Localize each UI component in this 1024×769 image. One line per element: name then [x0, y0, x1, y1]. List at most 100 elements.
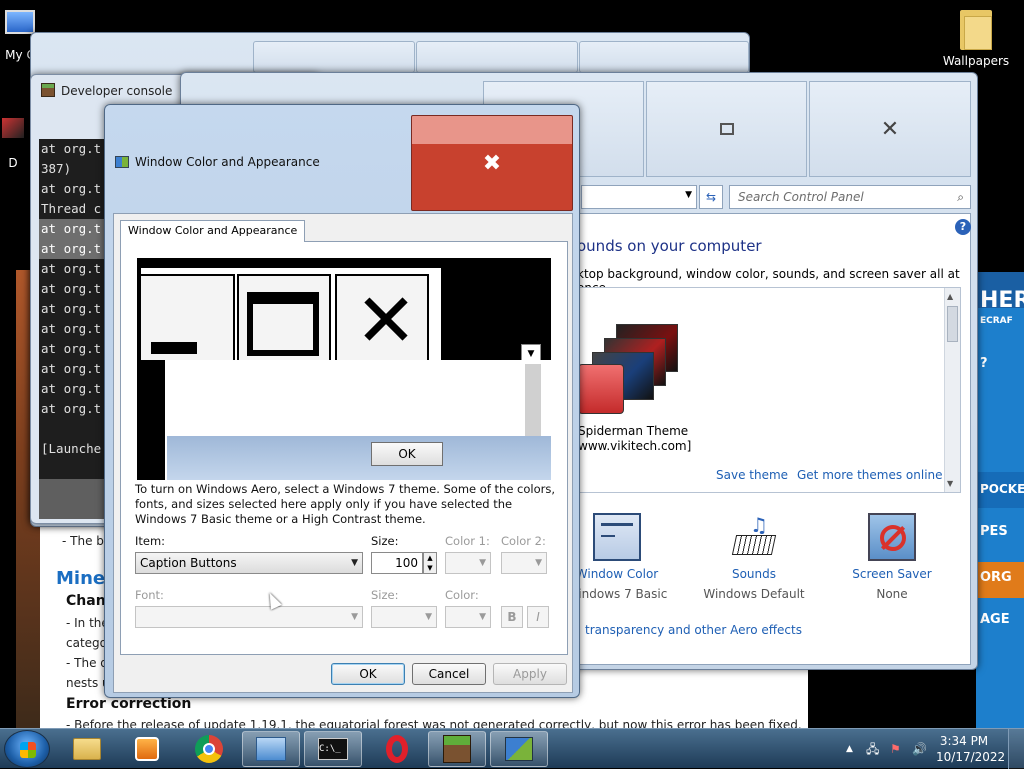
web-subheading: Error correction	[66, 696, 192, 712]
italic-button[interactable]: I	[527, 606, 549, 628]
window-color-icon	[593, 513, 641, 561]
dropdown-arrow-icon: ▼	[535, 558, 542, 568]
taskbar-command-prompt[interactable]: C:\_	[304, 731, 362, 767]
dropdown-arrow-icon: ▼	[351, 558, 358, 568]
taskbar-opera[interactable]	[368, 731, 426, 767]
taskbar-minecraft[interactable]	[428, 731, 486, 767]
minecraft-icon	[41, 83, 55, 97]
preview-message-band	[167, 436, 551, 480]
tlauncher-ad-strip[interactable]: HER ECRAF ? POCKET PES ORG AGE	[976, 272, 1024, 730]
close-icon: ✕	[880, 116, 900, 142]
show-hidden-icons-button[interactable]: ▲	[846, 729, 853, 769]
ad-text: AGE	[980, 612, 1010, 627]
size-spinner[interactable]: ▲ ▼	[423, 552, 437, 574]
action-center-icon[interactable]: ⚑	[890, 729, 901, 769]
desktop-icon-label: D	[8, 156, 18, 170]
dropdown-arrow-icon: ▼	[479, 558, 486, 568]
scroll-up-icon[interactable]: ▲	[947, 292, 953, 301]
address-bar[interactable]: ▼	[581, 185, 697, 209]
sounds-tile[interactable]: ♫ Sounds Windows Default	[689, 513, 819, 601]
dropdown-arrow-icon: ▼	[351, 612, 358, 622]
window-title: Developer console	[41, 83, 172, 98]
start-button[interactable]	[4, 730, 50, 768]
taskbar-control-panel[interactable]	[242, 731, 300, 767]
save-theme-link[interactable]: Save theme	[716, 468, 788, 482]
scroll-thumb[interactable]	[947, 306, 958, 342]
font-size-select[interactable]: ▼	[371, 606, 437, 628]
search-icon: ⌕	[957, 190, 964, 204]
control-panel-icon	[256, 737, 286, 761]
scroll-down-icon[interactable]: ▼	[947, 479, 953, 488]
get-more-themes-link[interactable]: Get more themes online	[797, 468, 943, 482]
dialog-title: Window Color and Appearance	[115, 155, 320, 169]
color1-picker[interactable]: ▼	[445, 552, 491, 574]
taskbar-chrome[interactable]	[180, 731, 238, 767]
help-icon[interactable]: ?	[955, 219, 971, 235]
color2-picker[interactable]: ▼	[501, 552, 547, 574]
font-color-picker[interactable]: ▼	[445, 606, 491, 628]
preview-minimize-button	[141, 274, 235, 362]
close-button[interactable]: ✖	[411, 115, 573, 211]
dialog-body: Window Color and Appearance ✕ ▼ OK To tu…	[113, 213, 573, 693]
screen-saver-tile[interactable]: Screen Saver None	[827, 513, 957, 601]
preview-close-button: ✕	[335, 274, 429, 362]
minecraft-icon	[443, 735, 471, 763]
volume-icon[interactable]: 🔊	[912, 729, 927, 769]
ad-text: ECRAF	[980, 316, 1013, 326]
screen-saver-icon	[868, 513, 916, 561]
taskbar-window-color[interactable]	[490, 731, 548, 767]
folder-icon	[73, 738, 101, 760]
network-icon[interactable]: 🖧	[866, 729, 879, 769]
sounds-icon: ♫	[730, 513, 778, 561]
minimize-button[interactable]	[253, 41, 415, 73]
dropdown-arrow-icon: ▼	[479, 612, 486, 622]
appearance-preview[interactable]: ✕ ▼ OK	[137, 258, 551, 480]
folder-icon	[960, 6, 992, 50]
tab-window-color-appearance[interactable]: Window Color and Appearance	[120, 220, 306, 242]
web-text: - In the	[66, 616, 109, 630]
theme-thumbnail[interactable]	[578, 324, 688, 414]
close-icon: ✖	[482, 150, 502, 176]
dropdown-arrow-icon[interactable]: ▼	[685, 190, 692, 200]
refresh-button[interactable]: ⇆	[699, 185, 723, 209]
preview-window: ✕	[141, 268, 441, 362]
font-color-label: Color:	[445, 588, 479, 602]
search-input[interactable]: Search Control Panel ⌕	[729, 185, 971, 209]
ok-button[interactable]: OK	[331, 663, 405, 685]
web-text: - The d	[66, 656, 108, 670]
maximize-button[interactable]	[646, 81, 807, 177]
clock[interactable]: 3:34 PM 10/17/2022	[936, 733, 1005, 765]
aero-effects-link[interactable]: transparency and other Aero effects	[585, 623, 802, 637]
media-player-icon	[135, 737, 159, 761]
size-label: Size:	[371, 534, 399, 548]
close-button[interactable]: ✕	[809, 81, 971, 177]
window-color-appearance-dialog[interactable]: Window Color and Appearance ✖ Window Col…	[104, 104, 580, 698]
desktop-icon-d[interactable]: D	[0, 118, 26, 170]
maximize-button[interactable]	[416, 41, 578, 73]
apply-button[interactable]: Apply	[493, 663, 567, 685]
maximize-icon	[719, 123, 734, 135]
taskbar: C:\_ ▲ 🖧 ⚑ 🔊 3:34 PM 10/17/2022	[0, 728, 1024, 769]
show-desktop-button[interactable]	[1008, 729, 1024, 769]
item-select[interactable]: Caption Buttons ▼	[135, 552, 363, 574]
font-label: Font:	[135, 588, 164, 602]
size-input[interactable]: 100	[371, 552, 423, 574]
cancel-button[interactable]: Cancel	[412, 663, 486, 685]
desktop-icon-wallpapers[interactable]: Wallpapers	[940, 6, 1012, 68]
appearance-icon	[115, 156, 129, 168]
web-text: catego	[66, 636, 107, 650]
taskbar-media-player[interactable]	[118, 731, 176, 767]
close-button[interactable]	[579, 41, 749, 73]
font-select[interactable]: ▼	[135, 606, 363, 628]
scrollbar[interactable]: ▲ ▼	[944, 288, 960, 492]
theme-list[interactable]: Spiderman Theme www.vikitech.com] Save t…	[577, 287, 961, 493]
taskbar-explorer[interactable]	[58, 731, 116, 767]
bold-button[interactable]: B	[501, 606, 523, 628]
opera-icon	[386, 735, 408, 763]
font-size-label: Size:	[371, 588, 399, 602]
ad-text: ORG	[980, 570, 1012, 585]
tab-panel: ✕ ▼ OK To turn on Windows Aero, select a…	[120, 241, 568, 655]
item-label: Item:	[135, 534, 166, 548]
page-title: ounds on your computer	[577, 237, 762, 255]
command-prompt-icon: C:\_	[318, 738, 348, 760]
